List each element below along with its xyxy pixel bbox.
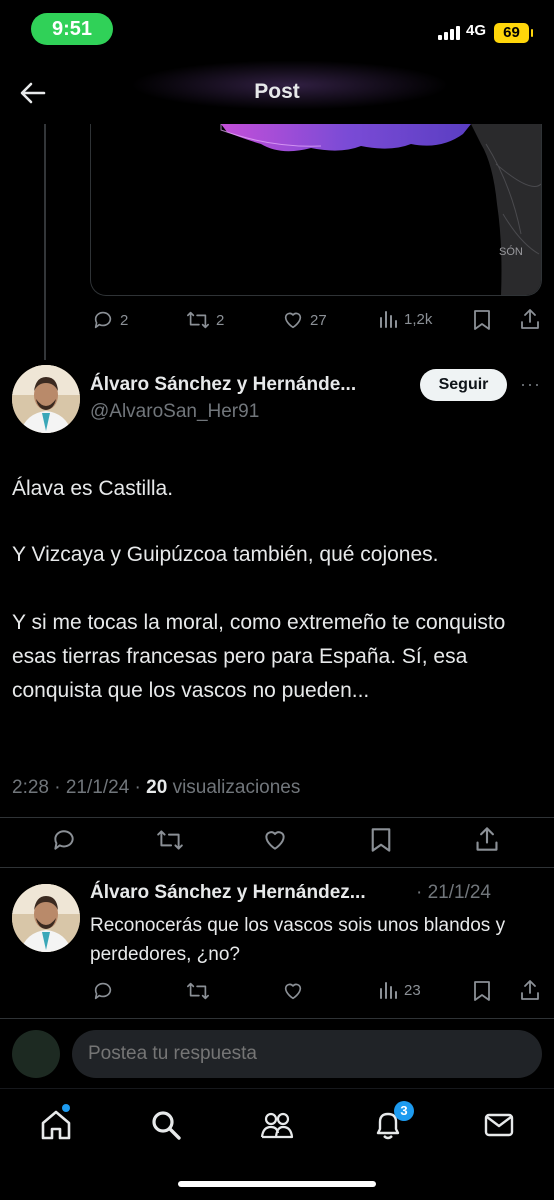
share-icon <box>521 980 539 1000</box>
heart-icon <box>284 312 302 329</box>
status-bar: 9:51 4G 69 <box>0 0 554 60</box>
more-options-icon[interactable]: ··· <box>520 374 541 395</box>
main-bookmark-button[interactable] <box>370 827 392 853</box>
status-time: 9:51 <box>31 13 113 45</box>
bookmark-icon <box>474 981 490 1001</box>
heart-icon <box>265 831 285 850</box>
views-icon <box>380 982 397 999</box>
reply-text: Reconocerás que los vascos sois unos bla… <box>90 915 506 965</box>
post-text-paragraph: Álava es Castilla. <box>12 477 174 500</box>
reply-date[interactable]: · 21/1/24 <box>416 882 491 904</box>
views-action[interactable]: 1,2k <box>378 309 432 329</box>
reply-icon <box>54 830 74 850</box>
top-header: Post <box>0 60 554 124</box>
reply-views[interactable]: 23 <box>378 980 421 1000</box>
author-avatar[interactable] <box>12 365 80 433</box>
reply-like-button[interactable] <box>282 980 304 1002</box>
main-share-button[interactable] <box>475 826 499 852</box>
signal-icon <box>438 26 460 40</box>
like-action[interactable]: 27 <box>282 309 327 331</box>
share-icon <box>521 309 539 329</box>
compose-avatar <box>12 1030 60 1078</box>
share-icon <box>476 827 498 851</box>
views-count: 1,2k <box>404 310 433 328</box>
repost-count: 2 <box>216 311 225 329</box>
follow-button[interactable]: Seguir <box>420 369 507 401</box>
reply-action[interactable]: 2 <box>92 309 128 331</box>
reply-repost-button[interactable] <box>186 980 210 1002</box>
home-icon[interactable] <box>38 1107 74 1143</box>
messages-icon[interactable] <box>481 1107 517 1143</box>
notifications-badge: 3 <box>394 1101 414 1121</box>
main-reply-button[interactable] <box>51 827 77 853</box>
reply-input[interactable] <box>72 1030 542 1078</box>
divider <box>0 867 554 868</box>
home-unread-dot <box>62 1104 70 1112</box>
post-timestamp[interactable]: 2:28 · 21/1/24 · <box>12 777 146 798</box>
repost-icon <box>187 982 209 1000</box>
heart-icon <box>284 983 302 1000</box>
map-label: SÓN <box>499 245 523 258</box>
reply-reply-button[interactable] <box>92 980 114 1002</box>
reply-icon <box>94 311 112 329</box>
main-like-button[interactable] <box>262 827 288 853</box>
reply-share-button[interactable] <box>520 979 540 1001</box>
search-icon[interactable] <box>148 1107 184 1143</box>
main-repost-button[interactable] <box>156 828 184 852</box>
bookmark-action[interactable] <box>473 309 491 331</box>
divider <box>0 817 554 818</box>
author-name[interactable]: Álvaro Sánchez y Hernánde... <box>90 374 356 396</box>
home-indicator[interactable] <box>178 1181 376 1187</box>
post-views-label: visualizaciones <box>167 777 301 798</box>
post-text-paragraph: Y Vizcaya y Guipúzcoa también, qué cojon… <box>12 543 439 566</box>
communities-icon[interactable] <box>259 1107 295 1143</box>
reply-views-count: 23 <box>404 981 421 999</box>
like-count: 27 <box>310 311 327 329</box>
reply-count: 2 <box>120 311 129 329</box>
post-text-paragraph: Y si me tocas la moral, como extremeño t… <box>12 611 506 702</box>
post-views-count: 20 <box>146 777 168 798</box>
post-media-image[interactable]: SÓN <box>90 124 542 296</box>
repost-action[interactable]: 2 <box>186 309 224 331</box>
battery-icon: 69 <box>494 23 533 43</box>
repost-icon <box>187 311 209 329</box>
post-meta: 2:28 · 21/1/24 · 20 visualizaciones <box>12 777 300 799</box>
bookmark-icon <box>371 828 391 852</box>
reply-bookmark-button[interactable] <box>473 980 491 1002</box>
repost-icon <box>157 830 183 850</box>
reply-author-name[interactable]: Álvaro Sánchez y Hernández... <box>90 882 366 904</box>
reply-author-avatar[interactable] <box>12 884 80 952</box>
thread-line <box>44 124 46 360</box>
divider <box>0 1018 554 1019</box>
bookmark-icon <box>474 310 490 330</box>
page-title: Post <box>254 80 300 103</box>
views-icon <box>380 311 397 328</box>
author-handle[interactable]: @AlvaroSan_Her91 <box>90 401 259 423</box>
network-type: 4G <box>466 22 487 39</box>
reply-icon <box>94 982 112 1000</box>
share-action[interactable] <box>520 308 540 330</box>
